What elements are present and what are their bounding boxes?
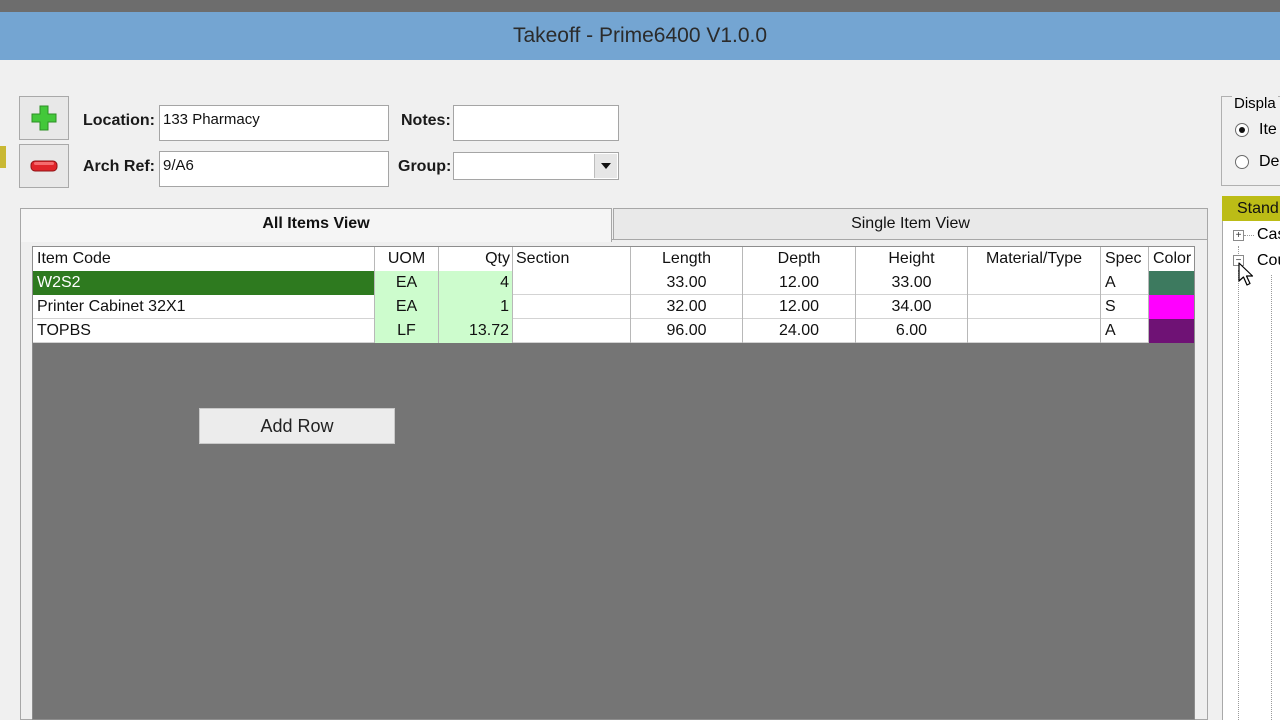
location-value: 133 Pharmacy: [163, 111, 260, 128]
cell-height[interactable]: 34.00: [856, 295, 968, 319]
cell-material-type[interactable]: [968, 319, 1101, 343]
column-header-height[interactable]: Height: [856, 247, 968, 271]
items-grid[interactable]: Item Code UOM Qty Section Length Depth H…: [32, 246, 1195, 720]
tree-node-label[interactable]: Cou: [1257, 252, 1280, 270]
arch-ref-field[interactable]: 9/A6: [159, 151, 389, 187]
mouse-cursor-icon: [1238, 262, 1254, 286]
column-header-spec[interactable]: Spec: [1101, 247, 1149, 271]
column-header-color[interactable]: Color: [1149, 247, 1194, 271]
cell-section[interactable]: [513, 295, 631, 319]
cell-depth[interactable]: 12.00: [743, 295, 856, 319]
cell-uom[interactable]: EA: [375, 295, 439, 319]
cell-height[interactable]: 33.00: [856, 271, 968, 295]
cell-color-swatch[interactable]: [1149, 319, 1194, 343]
cell-material-type[interactable]: [968, 295, 1101, 319]
display-option-radio[interactable]: [1235, 123, 1249, 137]
tab-single-item-view[interactable]: Single Item View: [613, 208, 1208, 240]
cell-section[interactable]: [513, 271, 631, 295]
group-dropdown-button[interactable]: [594, 154, 617, 178]
cell-height[interactable]: 6.00: [856, 319, 968, 343]
group-select[interactable]: [453, 152, 619, 180]
table-row[interactable]: Printer Cabinet 32X1 EA 1 32.00 12.00 34…: [33, 295, 1194, 319]
column-header-material-type[interactable]: Material/Type: [968, 247, 1101, 271]
cell-spec[interactable]: A: [1101, 271, 1149, 295]
top-strip: [0, 0, 1280, 12]
display-option-label: Ite: [1259, 121, 1277, 138]
tree-expand-icon[interactable]: +: [1233, 230, 1244, 241]
cell-spec[interactable]: A: [1101, 319, 1149, 343]
cell-spec[interactable]: S: [1101, 295, 1149, 319]
cell-color-swatch[interactable]: [1149, 271, 1194, 295]
display-options-label: Displa: [1232, 95, 1278, 112]
grid-header: Item Code UOM Qty Section Length Depth H…: [33, 247, 1194, 272]
tree-line: [1244, 235, 1254, 236]
add-location-button[interactable]: [19, 96, 69, 140]
column-header-depth[interactable]: Depth: [743, 247, 856, 271]
cell-qty[interactable]: 1: [439, 295, 513, 319]
cell-item-code[interactable]: TOPBS: [33, 319, 375, 343]
cell-item-code[interactable]: Printer Cabinet 32X1: [33, 295, 375, 319]
window-title: Takeoff - Prime6400 V1.0.0: [512, 24, 768, 47]
notes-field[interactable]: [453, 105, 619, 141]
column-header-item-code[interactable]: Item Code: [33, 247, 375, 271]
column-header-section[interactable]: Section: [513, 247, 631, 271]
left-edge-marker: [0, 146, 6, 168]
cell-material-type[interactable]: [968, 271, 1101, 295]
arch-ref-label: Arch Ref:: [83, 158, 156, 175]
location-field[interactable]: 133 Pharmacy: [159, 105, 389, 141]
tree-node-label[interactable]: Cas: [1257, 226, 1280, 244]
tree-line: [1238, 270, 1239, 720]
tab-all-items-view[interactable]: All Items View: [20, 208, 612, 242]
chevron-down-icon: [601, 163, 611, 169]
cell-qty[interactable]: 4: [439, 271, 513, 295]
cell-item-code[interactable]: W2S2: [33, 271, 375, 295]
red-minus-icon: [30, 160, 58, 172]
table-row[interactable]: W2S2 EA 4 33.00 12.00 33.00 A: [33, 271, 1194, 295]
group-label: Group:: [398, 158, 452, 175]
title-bar[interactable]: Takeoff - Prime6400 V1.0.0: [0, 12, 1280, 60]
cell-section[interactable]: [513, 319, 631, 343]
remove-location-button[interactable]: [19, 144, 69, 188]
cell-uom[interactable]: EA: [375, 271, 439, 295]
tree-line: [1271, 275, 1272, 720]
location-label: Location:: [83, 112, 155, 129]
column-header-qty[interactable]: Qty: [439, 247, 513, 271]
cell-qty[interactable]: 13.72: [439, 319, 513, 343]
standards-header[interactable]: Stand: [1222, 196, 1280, 221]
cell-length[interactable]: 33.00: [631, 271, 743, 295]
cell-depth[interactable]: 12.00: [743, 271, 856, 295]
green-plus-icon: [31, 105, 57, 131]
notes-label: Notes:: [401, 112, 451, 129]
add-row-button[interactable]: Add Row: [199, 408, 395, 444]
cell-color-swatch[interactable]: [1149, 295, 1194, 319]
column-header-uom[interactable]: UOM: [375, 247, 439, 271]
cell-length[interactable]: 32.00: [631, 295, 743, 319]
cell-uom[interactable]: LF: [375, 319, 439, 343]
table-row[interactable]: TOPBS LF 13.72 96.00 24.00 6.00 A: [33, 319, 1194, 343]
cell-length[interactable]: 96.00: [631, 319, 743, 343]
column-header-length[interactable]: Length: [631, 247, 743, 271]
display-option-label: De: [1259, 153, 1280, 170]
cell-depth[interactable]: 24.00: [743, 319, 856, 343]
arch-ref-value: 9/A6: [163, 157, 194, 174]
display-option-radio[interactable]: [1235, 155, 1249, 169]
